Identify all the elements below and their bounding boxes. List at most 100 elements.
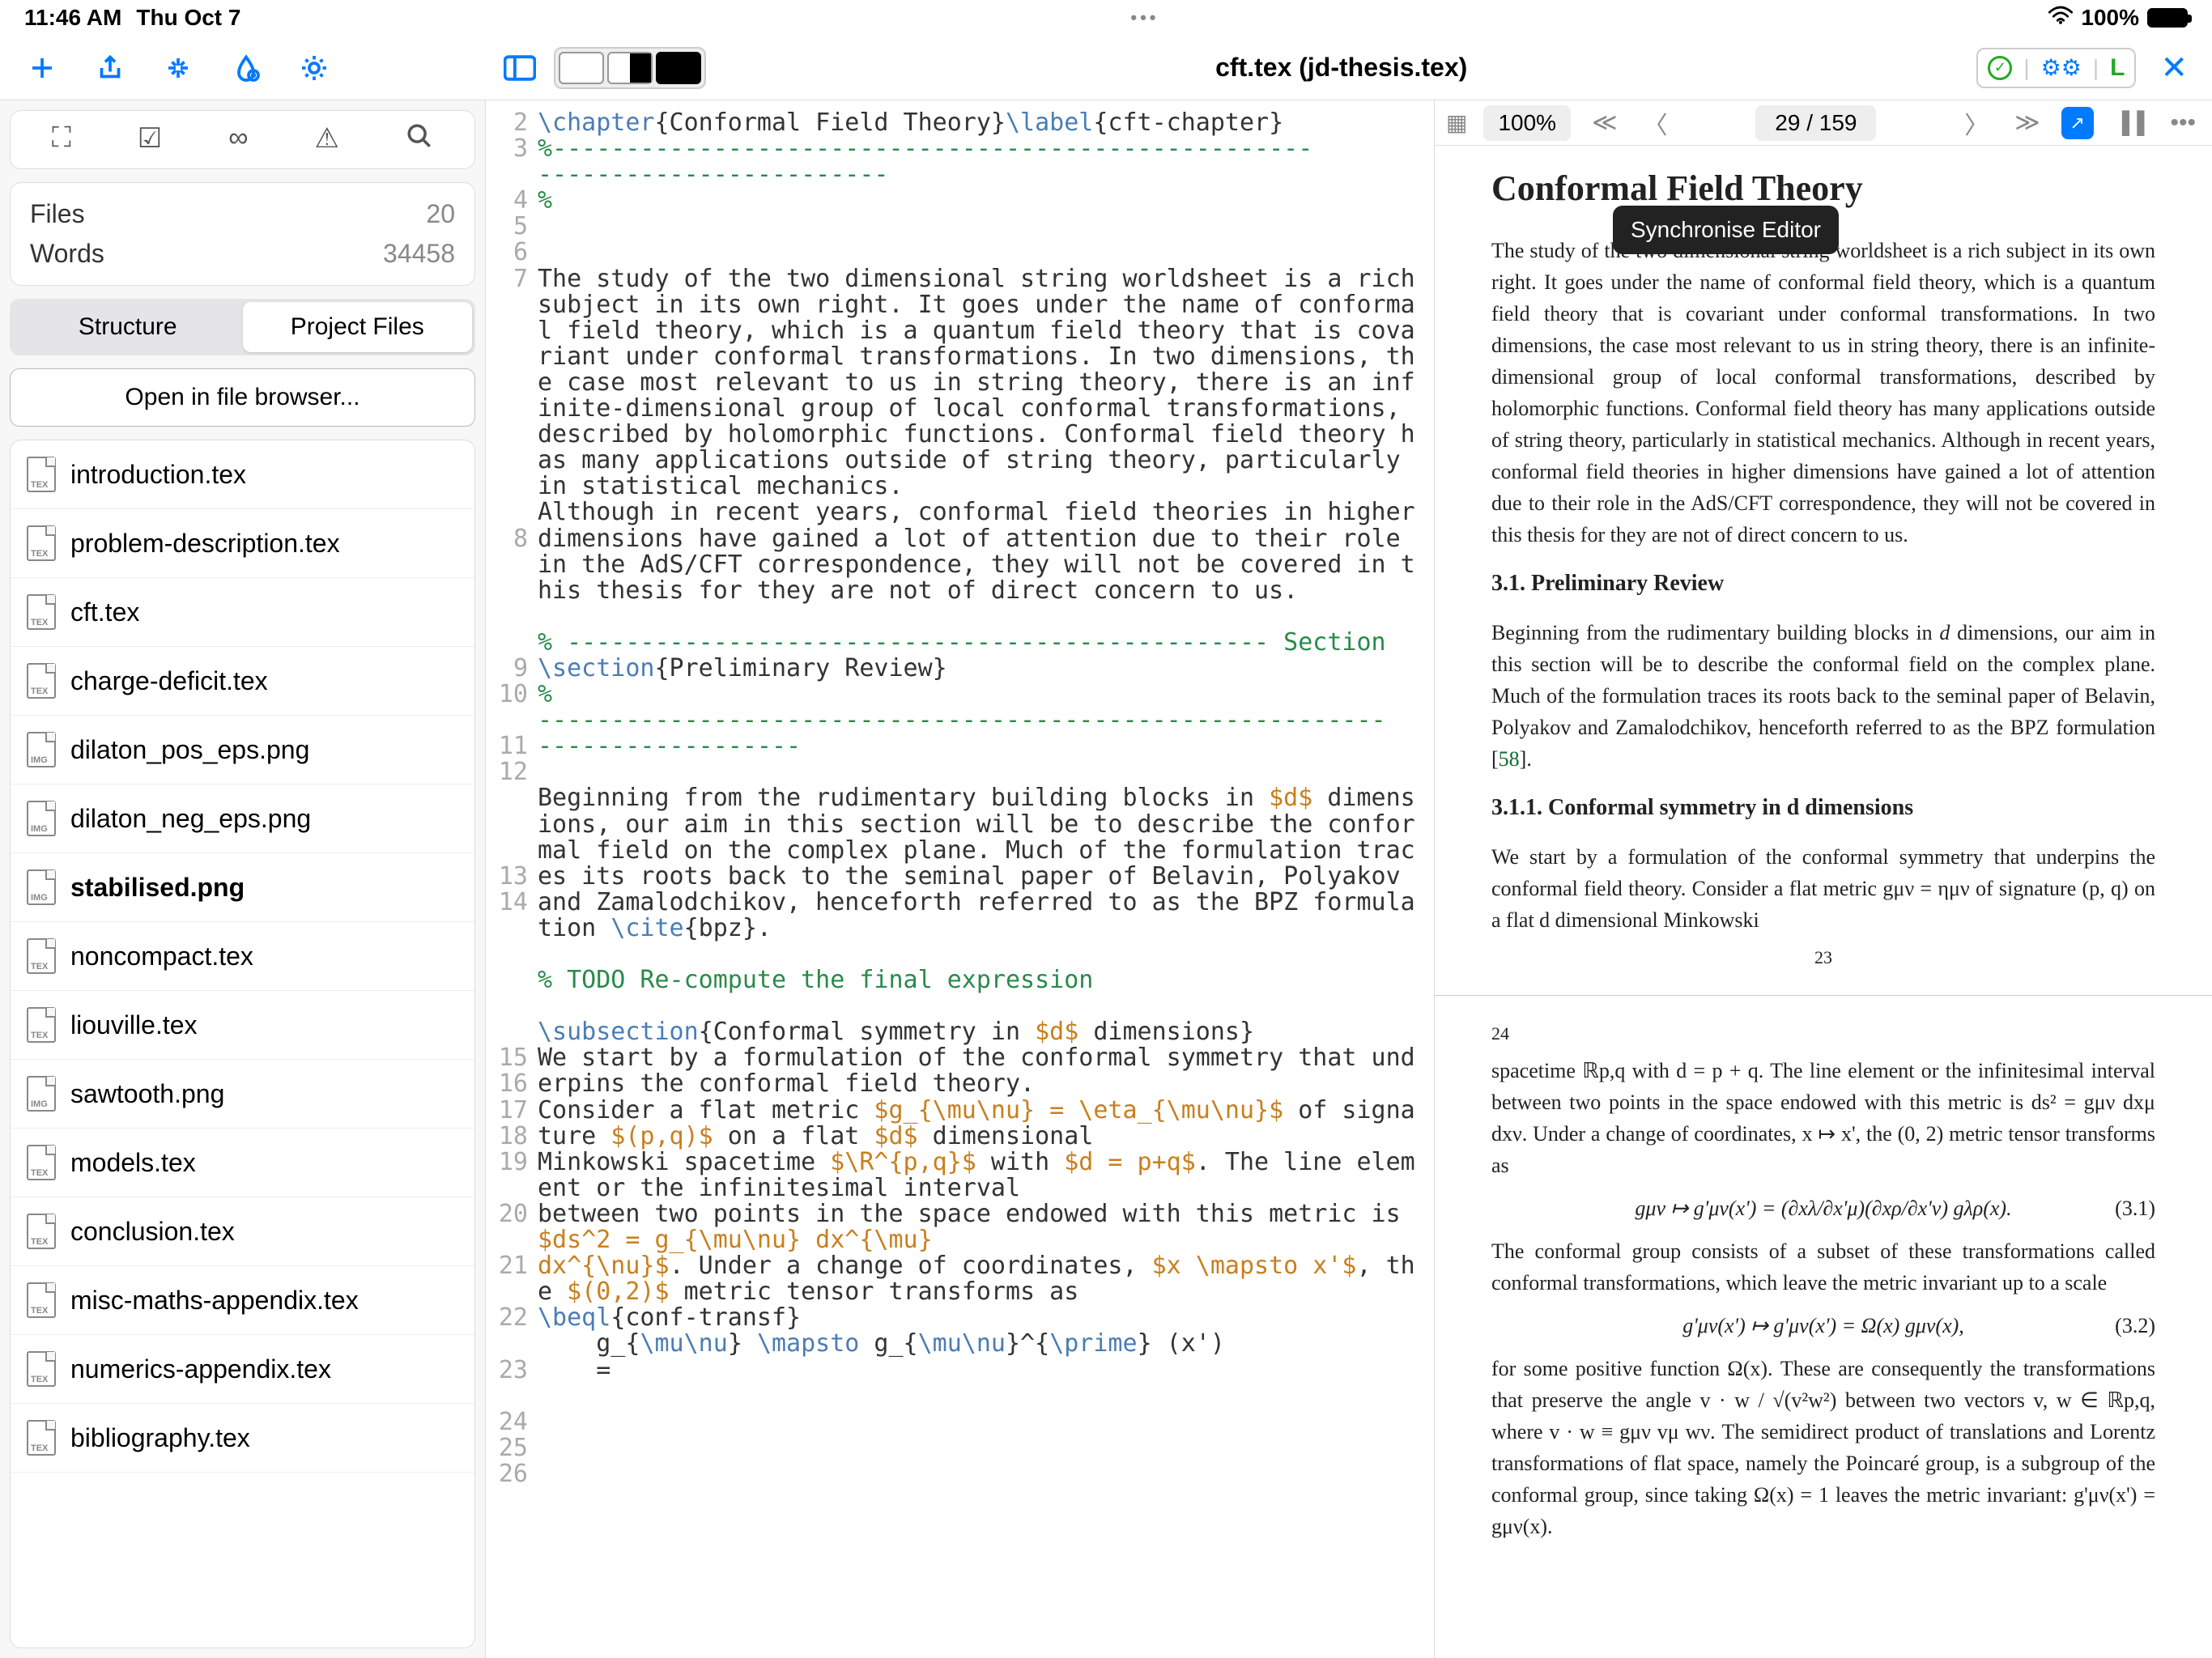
file-row[interactable]: TEXnumerics-appendix.tex	[11, 1335, 474, 1404]
file-icon: TEX	[27, 525, 56, 561]
files-label: Files	[30, 199, 85, 229]
file-icon: TEX	[27, 1351, 56, 1387]
file-icon: IMG	[27, 801, 56, 836]
first-page-icon[interactable]: ≪	[1587, 108, 1622, 137]
battery-icon	[2147, 8, 2188, 28]
file-icon: TEX	[27, 1007, 56, 1043]
file-row[interactable]: TEXbibliography.tex	[11, 1404, 474, 1473]
multitask-dots[interactable]: •••	[240, 7, 2048, 28]
preview-paragraph: spacetime ℝp,q with d = p + q. The line …	[1491, 1055, 2155, 1181]
file-name: dilaton_pos_eps.png	[70, 735, 309, 765]
scan-icon[interactable]: ⛶	[52, 122, 71, 157]
next-page-icon[interactable]: 〉	[1959, 105, 1993, 141]
warning-icon[interactable]: ⚠	[314, 122, 338, 157]
file-name: misc-maths-appendix.tex	[70, 1286, 359, 1316]
file-name: noncompact.tex	[70, 942, 253, 971]
checkbox-icon[interactable]: ☑	[138, 122, 162, 157]
segment-project-files[interactable]: Project Files	[243, 302, 473, 352]
more-icon[interactable]: •••	[2165, 109, 2201, 137]
code-editor[interactable]: 2345678910111213141516171819202122232425…	[486, 100, 1435, 1658]
file-row[interactable]: IMG sawtooth.png	[11, 1060, 474, 1129]
view-mode-switcher[interactable]	[554, 47, 706, 89]
page-number: 23	[1491, 944, 2155, 971]
preview-paragraph: for some positive function Ω(x). These a…	[1491, 1353, 2155, 1542]
sidebar: ⛶ ☑ ∞ ⚠ Files 20 Words 34458 Structure P…	[0, 100, 486, 1658]
status-time: 11:46 AM	[24, 5, 121, 31]
page-number: 24	[1491, 1020, 2155, 1047]
file-row[interactable]: TEXcharge-deficit.tex	[11, 647, 474, 716]
file-row[interactable]: IMGstabilised.png	[11, 853, 474, 922]
drop-icon[interactable]	[228, 50, 264, 86]
file-list[interactable]: TEXintroduction.texTEXproblem-descriptio…	[10, 440, 475, 1648]
code-area[interactable]: \chapter{Conformal Field Theory}\label{c…	[534, 100, 1434, 1658]
preview-body[interactable]: Conformal Field Theory The study of the …	[1435, 146, 2212, 1658]
file-name: bibliography.tex	[70, 1423, 250, 1453]
last-page-icon[interactable]: ≫	[2010, 108, 2044, 137]
sync-editor-button[interactable]: ↗	[2061, 107, 2094, 139]
compile-status[interactable]: ✓ | ⚙⚙ | L	[1976, 48, 2136, 88]
preview-paragraph: Beginning from the rudimentary building …	[1491, 617, 2155, 775]
segment-structure[interactable]: Structure	[13, 302, 243, 352]
sidebar-segment[interactable]: Structure Project Files	[10, 299, 475, 355]
preview-toolbar: ▦ 100% ≪ 〈 29 / 159 〉 ≫ ↗ ▐▐ •••	[1435, 100, 2212, 146]
file-name: cft.tex	[70, 597, 139, 627]
preview-paragraph: The study of the two dimensional string …	[1491, 235, 2155, 551]
file-name: sawtooth.png	[70, 1079, 224, 1109]
sync-tooltip: Synchronise Editor	[1613, 206, 1839, 254]
compile-gear-icon[interactable]: ⚙⚙	[2041, 54, 2082, 81]
file-icon: TEX	[27, 1145, 56, 1180]
sparkle-icon[interactable]	[160, 50, 196, 86]
equation: gμν ↦ g'μν(x') = (∂xλ/∂x'μ)(∂xρ/∂x'ν) gλ…	[1491, 1192, 2155, 1224]
pdf-preview: ▦ 100% ≪ 〈 29 / 159 〉 ≫ ↗ ▐▐ ••• Synchro…	[1435, 100, 2212, 1658]
file-name: problem-description.tex	[70, 529, 340, 559]
file-row[interactable]: TEX models.tex	[11, 1129, 474, 1197]
file-icon: TEX	[27, 457, 56, 492]
gear-icon[interactable]	[296, 50, 332, 86]
file-icon: TEX	[27, 1214, 56, 1249]
page-counter[interactable]: 29 / 159	[1755, 105, 1876, 141]
zoom-level[interactable]: 100%	[1483, 105, 1571, 141]
grid-icon[interactable]: ▦	[1446, 109, 1467, 136]
check-icon: ✓	[1988, 56, 2012, 80]
preview-paragraph: We start by a formulation of the conform…	[1491, 841, 2155, 936]
file-row[interactable]: TEXnoncompact.tex	[11, 922, 474, 991]
prev-page-icon[interactable]: 〈	[1639, 105, 1673, 141]
close-icon[interactable]: ✕	[2160, 49, 2188, 87]
file-icon: IMG	[27, 732, 56, 767]
sidebar-tool-row: ⛶ ☑ ∞ ⚠	[10, 110, 475, 169]
file-row[interactable]: TEXconclusion.tex	[11, 1197, 474, 1266]
file-name: liouville.tex	[70, 1010, 198, 1040]
file-row[interactable]: IMG dilaton_pos_eps.png	[11, 716, 474, 784]
wifi-icon	[2048, 5, 2073, 31]
file-row[interactable]: IMG dilaton_neg_eps.png	[11, 784, 474, 853]
file-icon: IMG	[27, 869, 56, 905]
document-title: cft.tex (jd-thesis.tex)	[722, 53, 1960, 83]
add-icon[interactable]	[24, 50, 60, 86]
file-row[interactable]: TEX problem-description.tex	[11, 509, 474, 578]
section-heading: 3.1. Preliminary Review	[1491, 567, 2155, 601]
files-value: 20	[426, 199, 455, 229]
view-editor-only[interactable]	[559, 52, 604, 84]
file-icon: TEX	[27, 1282, 56, 1318]
pause-icon[interactable]: ▐▐	[2110, 110, 2150, 135]
subsection-heading: 3.1.1. Conformal symmetry in d dimension…	[1491, 791, 2155, 825]
file-row[interactable]: TEXintroduction.tex	[11, 440, 474, 509]
file-icon: TEX	[27, 594, 56, 630]
file-row[interactable]: TEX misc-maths-appendix.tex	[11, 1266, 474, 1335]
preview-paragraph: The conformal group consists of a subset…	[1491, 1235, 2155, 1299]
file-icon: IMG	[27, 1076, 56, 1112]
share-icon[interactable]	[92, 50, 128, 86]
file-name: dilaton_neg_eps.png	[70, 804, 311, 834]
open-file-browser-button[interactable]: Open in file browser...	[10, 368, 475, 427]
file-row[interactable]: TEX liouville.tex	[11, 991, 474, 1060]
stats-box: Files 20 Words 34458	[10, 182, 475, 286]
words-value: 34458	[383, 239, 455, 269]
search-icon[interactable]	[406, 122, 433, 157]
view-split[interactable]	[607, 52, 653, 84]
file-name: models.tex	[70, 1148, 196, 1178]
view-preview-only[interactable]	[656, 52, 701, 84]
infinity-icon[interactable]: ∞	[228, 122, 248, 157]
file-row[interactable]: TEX cft.tex	[11, 578, 474, 647]
status-bar: 11:46 AM Thu Oct 7 ••• 100%	[0, 0, 2212, 36]
sidebar-toggle-icon[interactable]	[502, 50, 538, 86]
